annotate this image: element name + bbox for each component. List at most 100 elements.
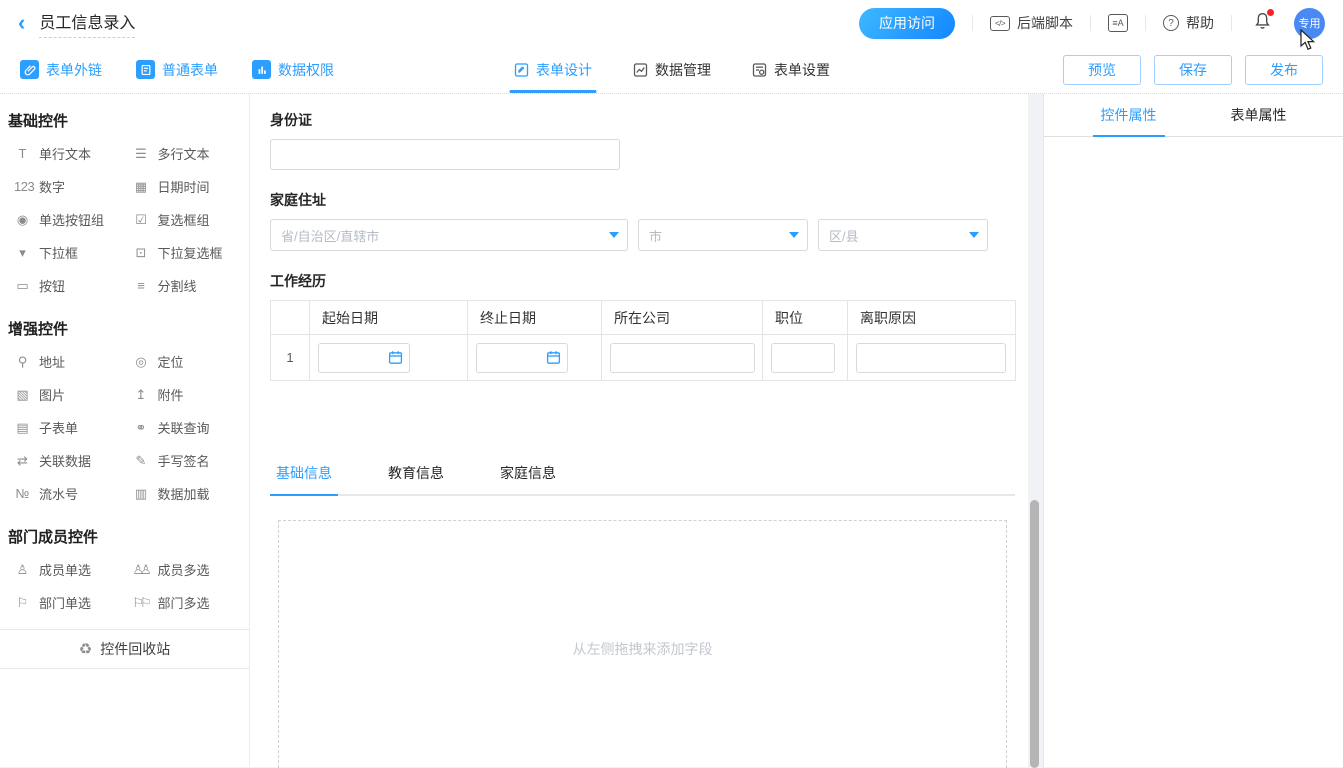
field-work-experience[interactable]: 工作经历 起始日期 终止日期 所在公司 职位 离职原因 1 [270,271,1008,381]
widget-label: 手写签名 [158,451,210,470]
tab-education-info[interactable]: 教育信息 [382,453,450,494]
help-button[interactable]: ? 帮助 [1163,13,1214,33]
radio-icon: ◉ [14,213,31,226]
page-title[interactable]: 员工信息录入 [39,9,135,38]
widget-label: 定位 [158,352,184,371]
widget-multi-line-text[interactable]: ☰多行文本 [125,137,244,170]
widget-label: 日期时间 [158,177,210,196]
widget-subform[interactable]: ▤子表单 [6,411,125,444]
table-header-row: 起始日期 终止日期 所在公司 职位 离职原因 [271,301,1016,335]
widget-divider[interactable]: ≡ 分割线 [125,269,244,302]
city-select[interactable]: 市 [638,219,808,251]
tab-form-properties[interactable]: 表单属性 [1223,94,1295,136]
field-home-address-label: 家庭住址 [270,190,1008,210]
col-end-date: 终止日期 [468,301,602,335]
properties-panel: 控件属性 表单属性 [1043,94,1343,767]
widget-checkbox-group[interactable]: ☑复选框组 [125,203,244,236]
backend-script-button[interactable]: </> 后端脚本 [990,13,1073,33]
district-select[interactable]: 区/县 [818,219,988,251]
widget-datetime[interactable]: ▦日期时间 [125,170,244,203]
widget-member-single[interactable]: ♙成员单选 [6,553,125,586]
work-experience-table: 起始日期 终止日期 所在公司 职位 离职原因 1 [270,300,1016,381]
widget-signature[interactable]: ✎手写签名 [125,444,244,477]
widget-data-load[interactable]: ▥数据加载 [125,477,244,510]
widget-multi-select[interactable]: ⊡下拉复选框 [125,236,244,269]
widget-select[interactable]: ▾下拉框 [6,236,125,269]
back-icon[interactable]: ‹ [18,12,25,34]
widget-attachment[interactable]: ↥ 附件 [125,378,244,411]
widget-linked-query[interactable]: ⚭关联查询 [125,411,244,444]
publish-button[interactable]: 发布 [1245,55,1323,85]
widget-single-line-text[interactable]: T单行文本 [6,137,125,170]
divider [1145,15,1146,31]
avatar[interactable]: 专用 [1294,8,1325,39]
widget-location[interactable]: ◎定位 [125,345,244,378]
col-position: 职位 [763,301,848,335]
data-permission-link[interactable]: 数据权限 [252,60,334,80]
backend-script-label: 后端脚本 [1017,13,1073,33]
notification-bell-icon[interactable] [1253,11,1272,35]
normal-form-link[interactable]: 普通表单 [136,60,218,80]
dept-multi-icon: ⚐⚐ [133,596,150,609]
widget-label: 成员单选 [39,560,91,579]
form-canvas: 身份证 家庭住址 省/自治区/直辖市 市 区/县 工作经 [250,94,1028,767]
widget-linked-data[interactable]: ⇄关联数据 [6,444,125,477]
code-icon: </> [990,16,1010,31]
app-access-button[interactable]: 应用访问 [859,8,955,39]
start-date-input[interactable] [318,343,410,373]
widget-button[interactable]: ▭按钮 [6,269,125,302]
province-select[interactable]: 省/自治区/直辖市 [270,219,628,251]
tab-basic-info[interactable]: 基础信息 [270,453,338,494]
widget-label: 成员多选 [158,560,210,579]
widget-label: 数据加载 [158,484,210,503]
tab-form-design[interactable]: 表单设计 [513,46,592,93]
widget-image[interactable]: ▧ 图片 [6,378,125,411]
address-selects: 省/自治区/直辖市 市 区/县 [270,219,1008,251]
position-input[interactable] [771,343,835,373]
upload-icon: ↥ [133,388,150,401]
link-data-icon: ⇄ [14,454,31,467]
company-input[interactable] [610,343,755,373]
widget-label: 分割线 [158,276,197,295]
field-work-experience-label: 工作经历 [270,271,1008,291]
widget-member-multi[interactable]: ♙♙成员多选 [125,553,244,586]
id-card-input[interactable] [270,139,620,170]
scrollbar-thumb[interactable] [1030,500,1039,768]
widget-label: 图片 [39,385,65,404]
chevron-down-icon [601,232,627,238]
image-icon: ▧ [14,388,31,401]
toolbar-buttons: 预览 保存 发布 [1063,55,1323,85]
form-link-group: 表单外链 普通表单 数据权限 [20,60,334,80]
widget-label: 附件 [158,385,184,404]
widget-serial-number[interactable]: №流水号 [6,477,125,510]
drop-zone[interactable]: 从左侧拖拽来添加字段 [278,520,1007,768]
divider [1090,15,1091,31]
tab-data-management[interactable]: 数据管理 [632,46,711,93]
section-dept-member-widgets: 部门成员控件 [0,510,249,553]
widget-recycle-bin[interactable]: ♻ 控件回收站 [0,629,249,669]
calendar-icon [388,350,403,365]
field-id-card[interactable]: 身份证 [270,110,1008,170]
question-icon: ? [1163,15,1179,31]
widget-number[interactable]: 123数字 [6,170,125,203]
save-button[interactable]: 保存 [1154,55,1232,85]
document-icon [136,60,155,79]
tab-form-settings[interactable]: 表单设置 [751,46,830,93]
end-date-input[interactable] [476,343,568,373]
widget-dept-multi[interactable]: ⚐⚐部门多选 [125,586,244,619]
widget-address[interactable]: ⚲地址 [6,345,125,378]
widget-radio-group[interactable]: ◉单选按钮组 [6,203,125,236]
tab-family-info[interactable]: 家庭信息 [494,453,562,494]
preview-button[interactable]: 预览 [1063,55,1141,85]
form-external-link[interactable]: 表单外链 [20,60,102,80]
topbar-actions: 应用访问 </> 后端脚本 ≡A ? 帮助 专用 [859,8,1325,39]
divider-icon: ≡ [133,279,150,292]
widget-label: 单行文本 [39,144,91,163]
tab-widget-properties[interactable]: 控件属性 [1093,94,1165,136]
checkbox-icon: ☑ [133,213,150,226]
widget-dept-single[interactable]: ⚐部门单选 [6,586,125,619]
leave-reason-input[interactable] [856,343,1006,373]
field-home-address[interactable]: 家庭住址 省/自治区/直辖市 市 区/县 [270,190,1008,251]
language-icon[interactable]: ≡A [1108,14,1128,32]
paperclip-icon [20,60,39,79]
